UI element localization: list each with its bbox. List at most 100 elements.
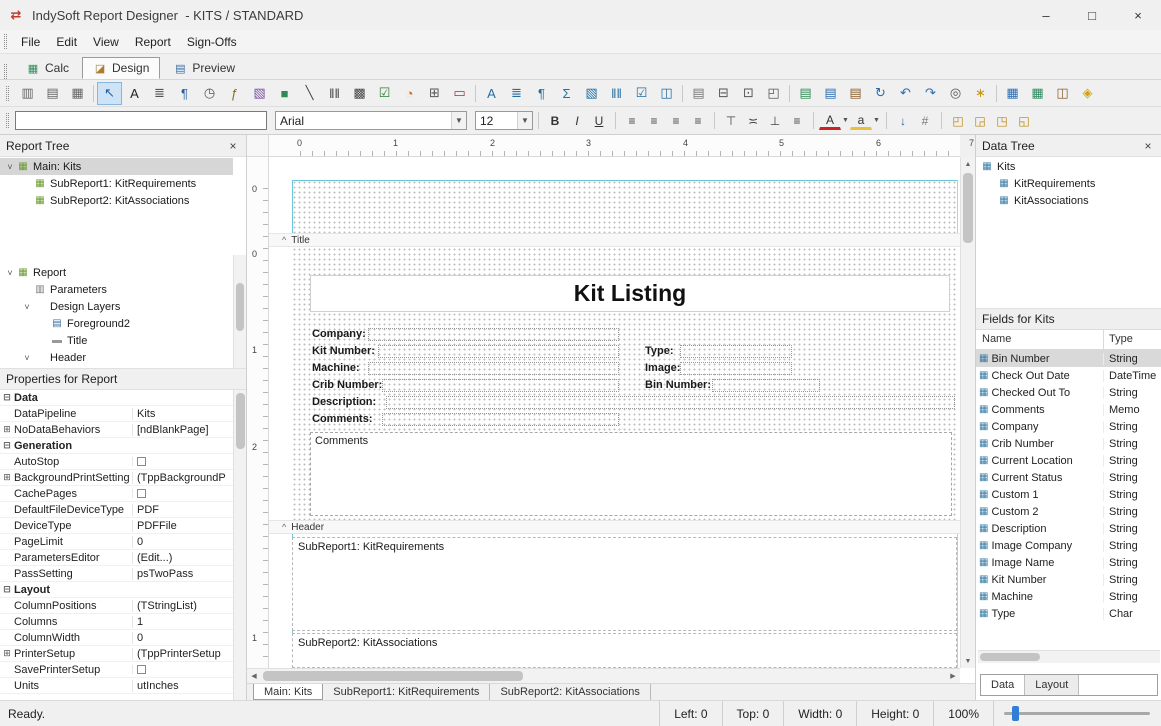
valign-middle-icon[interactable]: ≍ xyxy=(742,110,764,131)
memo-tool-icon[interactable]: ≣ xyxy=(147,82,172,105)
report-canvas[interactable]: ^ Title Kit Listing Company: Kit Number:… xyxy=(269,157,960,668)
toolbar-separator[interactable] xyxy=(786,82,793,105)
canvas-vertical-scrollbar[interactable]: ▲ ▼ xyxy=(960,157,975,668)
property-value[interactable]: (TppPrinterSetup xyxy=(132,648,233,660)
property-row-parameterseditor[interactable]: ⊟⊞ ParametersEditor (Edit...) xyxy=(0,550,233,566)
move-forward-icon[interactable]: ◳ xyxy=(991,110,1013,131)
field-row-crib-number[interactable]: ▦ Crib Number String xyxy=(976,435,1161,452)
field-row-description[interactable]: ▦ Description String xyxy=(976,520,1161,537)
menu-edit[interactable]: Edit xyxy=(48,32,85,52)
design-label-image[interactable]: Image: xyxy=(269,362,960,376)
design-label-type[interactable]: Type: xyxy=(269,345,960,359)
property-row-datapipeline[interactable]: ⊟⊞ DataPipeline Kits xyxy=(0,406,233,422)
summary-band-icon[interactable]: ⊡ xyxy=(736,82,761,105)
header-band-bar[interactable]: ^ Header xyxy=(269,520,960,534)
font-color-dropdown-icon[interactable]: ▼ xyxy=(841,117,850,124)
tree-item-report[interactable]: ˅ ▦ Report xyxy=(0,264,233,281)
property-row-columnwidth[interactable]: ⊟⊞ ColumnWidth 0 xyxy=(0,630,233,646)
property-row-passsetting[interactable]: ⊟⊞ PassSetting psTwoPass xyxy=(0,566,233,582)
font-family-select[interactable]: Arial ▼ xyxy=(275,111,467,130)
crosstab-tool-icon[interactable]: ⊞ xyxy=(422,82,447,105)
align-right-icon[interactable]: ≡ xyxy=(665,110,687,131)
property-value[interactable]: PDF xyxy=(132,504,233,516)
field-row-checked-out-to[interactable]: ▦ Checked Out To String xyxy=(976,384,1161,401)
calc-tool-icon[interactable]: ◔ xyxy=(397,82,422,105)
design-label-company[interactable]: Company: xyxy=(269,328,960,342)
bold-button[interactable]: B xyxy=(544,110,566,131)
subreport-tool-icon[interactable]: ◰ xyxy=(761,82,786,105)
comments-memo-box[interactable]: Comments xyxy=(310,432,952,516)
property-row-cachepages[interactable]: ⊟⊞ CachePages xyxy=(0,486,233,502)
tree-item-subreport2[interactable]: ▦ SubReport2: KitAssociations xyxy=(0,192,233,209)
image-tool-icon[interactable]: ▧ xyxy=(247,82,272,105)
field-row-custom-2[interactable]: ▦ Custom 2 String xyxy=(976,503,1161,520)
menubar-grip[interactable] xyxy=(4,34,7,49)
tree-item-header[interactable]: ˅ Header xyxy=(0,349,233,366)
toolbar-separator[interactable] xyxy=(679,82,686,105)
subreport1-region[interactable]: SubReport1: KitRequirements xyxy=(292,537,957,631)
property-row-pagelimit[interactable]: ⊟⊞ PageLimit 0 xyxy=(0,534,233,550)
highlight-dropdown-icon[interactable]: ▼ xyxy=(872,117,881,124)
property-row-defaultfiledevicetype[interactable]: ⊟⊞ DefaultFileDeviceType PDF xyxy=(0,502,233,518)
design-label-comments[interactable]: Comments: xyxy=(269,413,960,427)
property-group-layout[interactable]: ⊟⊞ Layout xyxy=(0,582,233,598)
insert-table-icon[interactable]: ▦ xyxy=(1000,82,1025,105)
property-value[interactable] xyxy=(132,665,233,674)
tree-item-subreport1[interactable]: ▦ SubReport1: KitRequirements xyxy=(0,175,233,192)
dbtext-field-box[interactable] xyxy=(712,379,820,392)
band-collapse-icon[interactable]: ^ xyxy=(282,522,286,532)
toolbar-separator[interactable] xyxy=(993,82,1000,105)
dbcheckbox-tool-icon[interactable]: ☑ xyxy=(629,82,654,105)
design-label-description[interactable]: Description: xyxy=(269,396,960,410)
page-style-icon[interactable]: ▤ xyxy=(686,82,711,105)
group-band-icon[interactable]: ⊟ xyxy=(711,82,736,105)
expand-icon[interactable]: ⊟⊞ xyxy=(0,440,14,451)
zoom-slider-track[interactable] xyxy=(1004,712,1150,715)
align-left-icon[interactable]: ≡ xyxy=(621,110,643,131)
field-row-machine[interactable]: ▦ Machine String xyxy=(976,588,1161,605)
menu-file[interactable]: File xyxy=(13,32,48,52)
field-row-comments[interactable]: ▦ Comments Memo xyxy=(976,401,1161,418)
checkbox-icon[interactable] xyxy=(137,457,146,466)
valign-stretch-icon[interactable]: ≡ xyxy=(786,110,808,131)
field-row-kit-number[interactable]: ▦ Kit Number String xyxy=(976,571,1161,588)
expand-icon[interactable]: ⊟⊞ xyxy=(0,392,14,403)
property-value[interactable]: [ndBlankPage] xyxy=(132,424,233,436)
property-value[interactable]: 0 xyxy=(132,632,233,644)
property-value[interactable]: (Edit...) xyxy=(132,552,233,564)
toolbar-separator[interactable] xyxy=(90,82,97,105)
dbtext-tool-icon[interactable]: A xyxy=(479,82,504,105)
field-label[interactable]: Comments: xyxy=(312,413,373,425)
move-backward-icon[interactable]: ◱ xyxy=(1013,110,1035,131)
font-size-select[interactable]: 12 ▼ xyxy=(475,111,533,130)
close-icon[interactable]: × xyxy=(1140,139,1156,153)
data-tab[interactable]: Data xyxy=(981,675,1025,695)
tree-caret-icon[interactable]: ˅ xyxy=(21,353,33,363)
data-grid-icon[interactable]: ▦ xyxy=(1025,82,1050,105)
subreport2-region[interactable]: SubReport2: KitAssociations xyxy=(292,633,957,668)
expand-icon[interactable]: ⊟⊞ xyxy=(0,472,14,483)
dbtext-field-box[interactable] xyxy=(680,345,792,358)
chart-grid-icon[interactable]: ◫ xyxy=(1050,82,1075,105)
property-value[interactable] xyxy=(132,457,233,466)
data-tree-item-kits[interactable]: ▦ Kits xyxy=(976,158,1161,175)
paste-item-icon[interactable]: ▤ xyxy=(843,82,868,105)
tree-item-title[interactable]: ▬ Title xyxy=(0,332,233,349)
variable-tool-icon[interactable]: ƒ xyxy=(222,82,247,105)
dbtext-field-box[interactable] xyxy=(368,328,619,341)
valign-bottom-icon[interactable]: ⊥ xyxy=(764,110,786,131)
system-variable-tool-icon[interactable]: ◷ xyxy=(197,82,222,105)
checkbox-icon[interactable] xyxy=(137,665,146,674)
underline-button[interactable]: U xyxy=(588,110,610,131)
property-value[interactable]: utInches xyxy=(132,680,233,692)
maximize-button[interactable]: □ xyxy=(1069,0,1115,30)
tree-item-main-kits[interactable]: ˅ ▦ Main: Kits xyxy=(0,158,233,175)
expand-icon[interactable]: ⊟⊞ xyxy=(0,424,14,435)
fields-horizontal-scrollbar[interactable] xyxy=(978,650,1160,663)
bring-to-front-icon[interactable]: ◰ xyxy=(947,110,969,131)
page-tab-subreport1[interactable]: SubReport1: KitRequirements xyxy=(323,684,490,700)
property-row-autostop[interactable]: ⊟⊞ AutoStop xyxy=(0,454,233,470)
column-header-type[interactable]: Type xyxy=(1104,330,1161,349)
highlight-button[interactable]: a xyxy=(850,112,872,130)
close-icon[interactable]: × xyxy=(225,139,241,153)
